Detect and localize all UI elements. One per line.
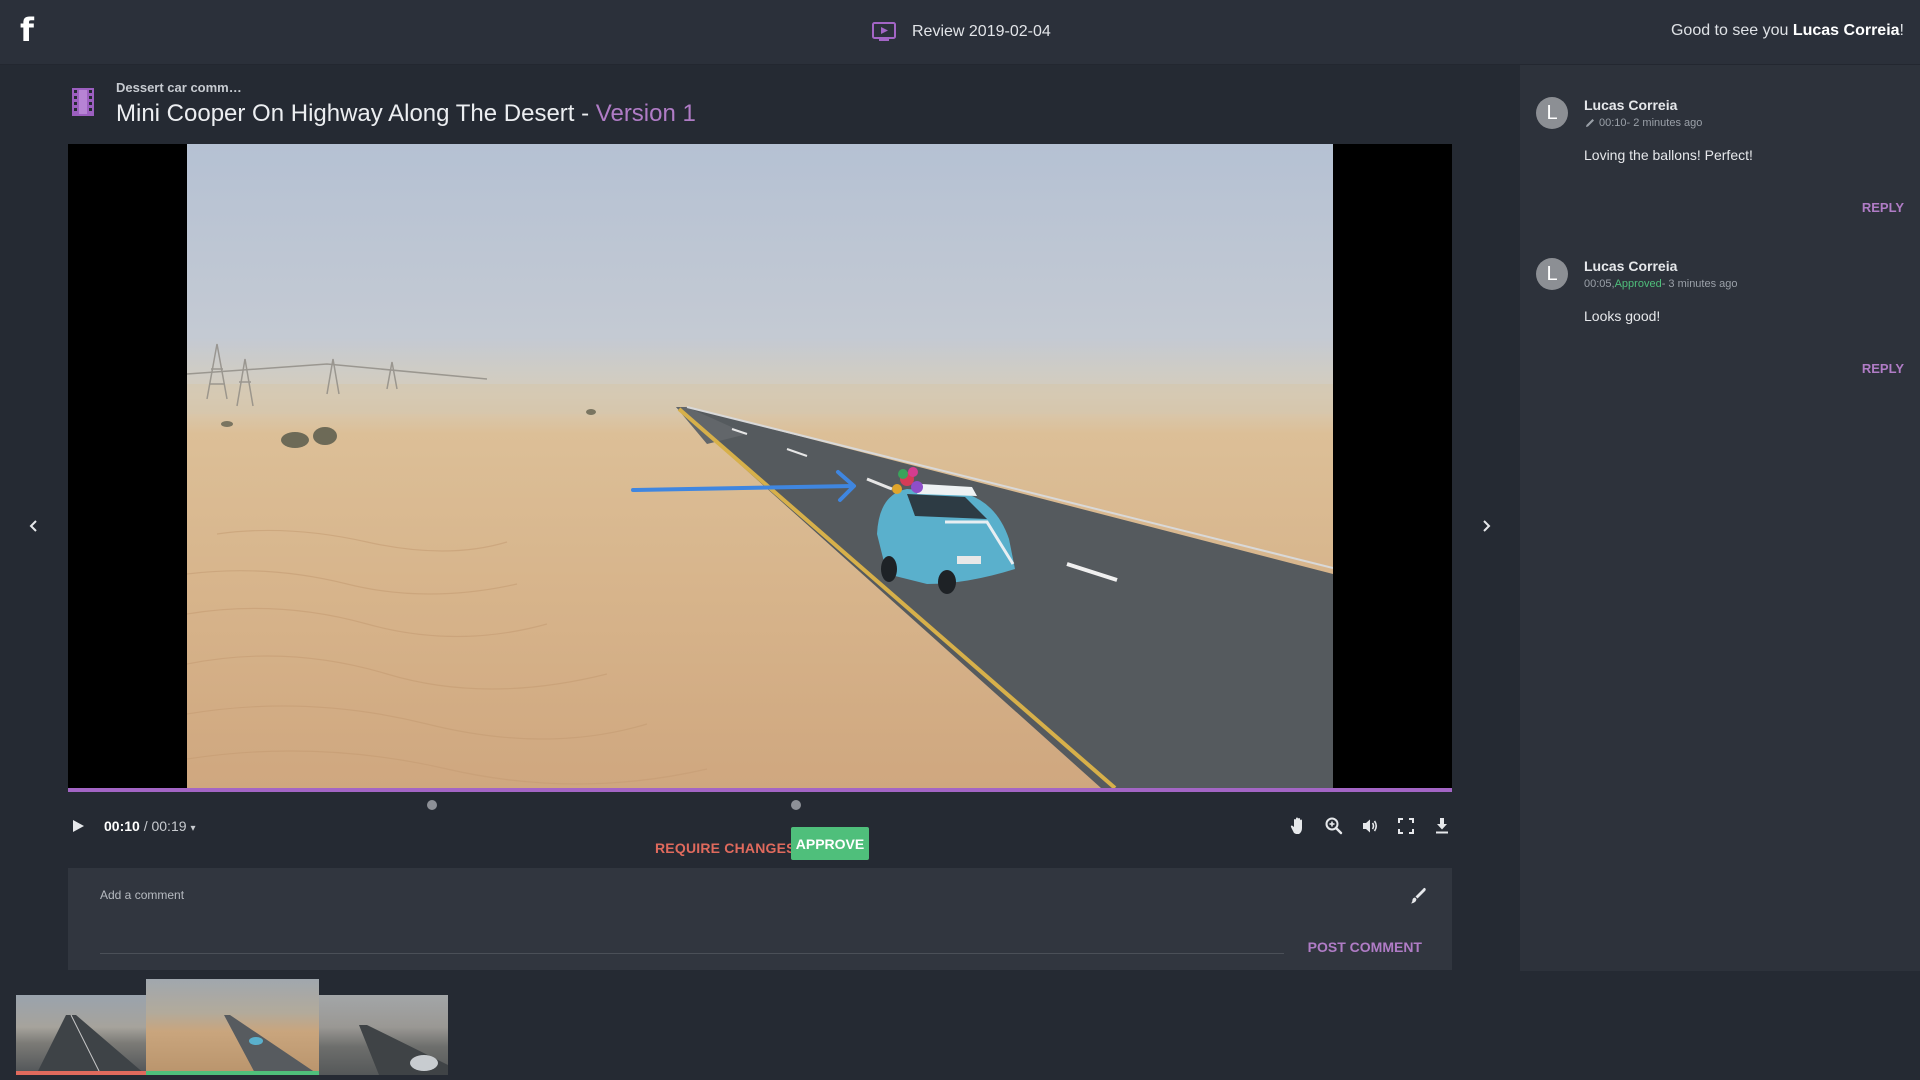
comment-author: Lucas Correia [1584,97,1678,113]
video-player[interactable] [68,144,1452,788]
thumbnail-status-bar [146,1071,319,1075]
review-title-text: Review 2019-02-04 [912,23,1051,40]
fullscreen-icon[interactable] [1396,816,1416,836]
progress-track[interactable] [68,788,1452,792]
asset-title-text: Mini Cooper On Highway Along The Desert … [116,100,596,127]
comment-ago: - 2 minutes ago [1626,117,1703,129]
comment-meta: 00:05, Approved - 3 minutes ago [1584,278,1738,290]
review-title: Review 2019-02-04 [872,20,1051,44]
thumbnail-desert [224,1015,319,1075]
comment-text: Loving the ballons! Perfect! [1584,147,1753,163]
comment-text: Looks good! [1584,308,1661,324]
user-name: Lucas Correia [1792,22,1900,39]
greeting-prefix: Good to see you [1670,22,1793,39]
comment-timecode[interactable]: 00:05, [1584,278,1615,290]
avatar: L [1536,258,1568,290]
avatar: L [1536,97,1568,129]
road [676,407,1333,788]
player-tool-icons [1288,816,1452,836]
app-logo[interactable]: f [20,12,34,48]
video-frame[interactable] [187,144,1333,788]
version-thumbnail-active[interactable] [146,979,319,1075]
comment-timecode[interactable]: 00:10 [1599,117,1627,129]
comment-input[interactable]: Add a comment [100,888,184,902]
download-icon[interactable] [1432,816,1452,836]
asset-version[interactable]: Version 1 [596,100,696,127]
brush-icon[interactable] [1408,886,1428,906]
pencil-icon [1586,119,1594,127]
previous-asset-icon[interactable] [27,517,41,535]
asset-title: Mini Cooper On Highway Along The Desert … [116,100,696,128]
thumbnail-status-bar [16,1071,146,1075]
approve-button[interactable]: APPROVE [791,827,869,860]
comment-ago: - 3 minutes ago [1661,278,1738,290]
review-screen-icon [872,22,896,41]
next-asset-icon[interactable] [1479,517,1493,535]
play-icon[interactable] [70,816,86,836]
current-time: 00:10 [104,818,140,834]
zoom-icon[interactable] [1324,816,1344,836]
reply-button[interactable]: REPLY [1862,200,1904,215]
require-changes-button[interactable]: REQUIRE CHANGES [655,836,796,860]
timecode-dropdown-icon[interactable]: ▾ [191,823,196,834]
asset-project-name[interactable]: Dessert car comm… [116,80,242,95]
top-bar: f Review 2019-02-04 Good to see you Luca… [0,0,1920,65]
film-icon [72,88,94,116]
time-separator: / [139,818,152,834]
thumbnail-car [359,1025,448,1075]
comments-sidebar: L Lucas Correia 00:10 - 2 minutes ago Lo… [1520,65,1920,971]
desert-scene [187,343,1333,788]
greeting-suffix: ! [1899,22,1904,39]
greeting: Good to see you Lucas Correia! [1671,22,1904,40]
reply-button[interactable]: REPLY [1862,361,1904,376]
comment-input-underline [100,953,1284,954]
version-thumbnail[interactable] [319,995,448,1075]
comment-status: Approved [1614,278,1662,290]
pan-hand-icon[interactable] [1288,816,1308,836]
progress-fill [68,788,1452,792]
comment-composer: Add a comment POST COMMENT [68,868,1452,970]
thumbnail-road [36,1014,146,1075]
timecode: 00:10 / 00:19 ▾ [104,818,196,834]
duration: 00:19 [151,818,187,834]
version-thumbnail[interactable] [16,995,146,1075]
comment-meta: 00:10 - 2 minutes ago [1584,117,1702,129]
post-comment-button[interactable]: POST COMMENT [1308,939,1422,955]
volume-icon[interactable] [1360,816,1380,836]
comment-author: Lucas Correia [1584,258,1678,274]
player-controls: 00:10 / 00:19 ▾ [68,816,1452,836]
